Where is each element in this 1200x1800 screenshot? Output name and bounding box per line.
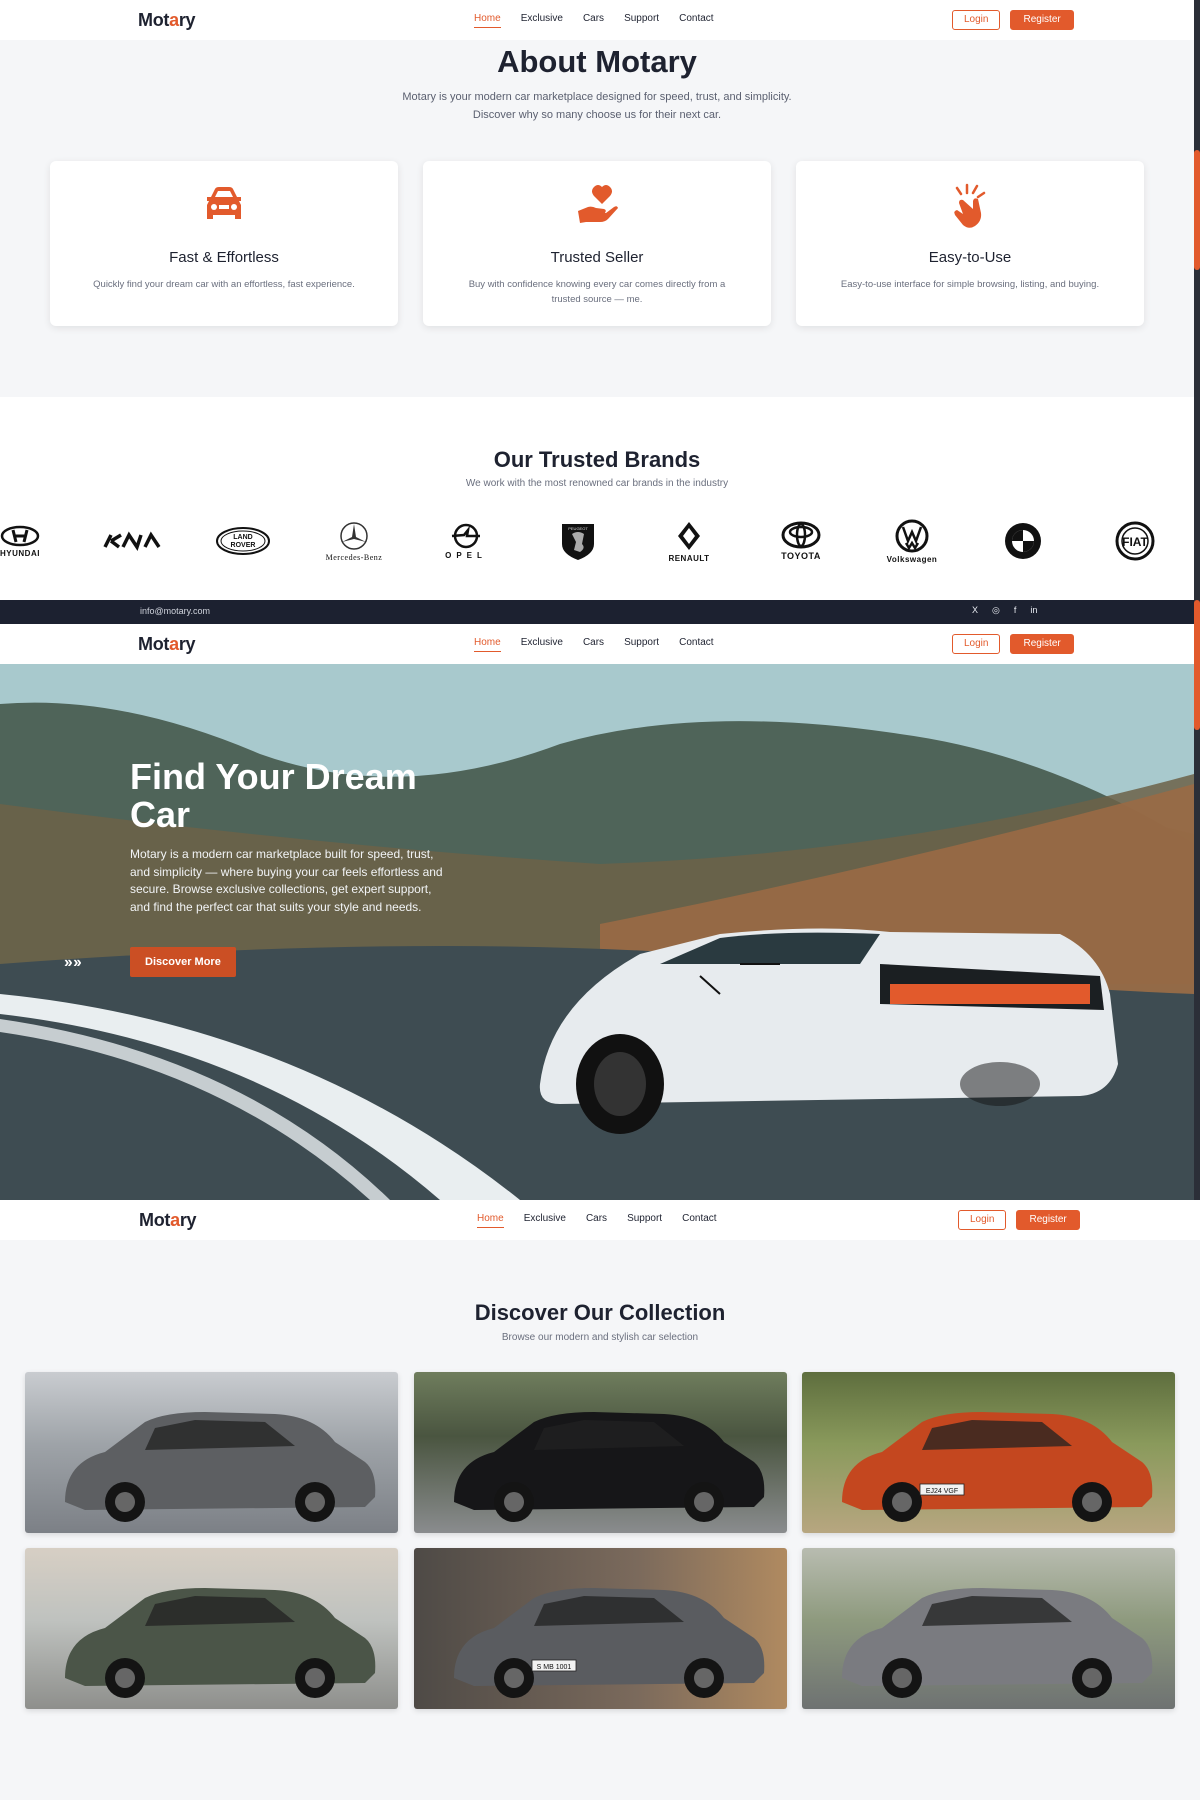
card-title: Fast & Effortless <box>169 249 279 266</box>
car-photo <box>65 1412 376 1522</box>
navbar: Motary Home Exclusive Cars Support Conta… <box>0 0 1194 40</box>
feature-card-fast: Fast & Effortless Quickly find your drea… <box>50 161 398 326</box>
brand-peugeot-logo[interactable]: PEUGEOT <box>533 516 623 566</box>
collection-subtitle: Browse our modern and stylish car select… <box>501 1332 699 1343</box>
brand-hyundai-logo[interactable]: HYUNDAI <box>0 516 65 566</box>
discover-more-button[interactable]: Discover More <box>130 947 236 977</box>
car-plate: S MB 1001 <box>537 1664 572 1671</box>
car-card[interactable] <box>802 1548 1175 1709</box>
nav-home[interactable]: Home <box>477 1213 504 1228</box>
instagram-icon[interactable]: ◎ <box>992 605 1000 616</box>
nav-cars[interactable]: Cars <box>586 1213 607 1228</box>
nav-support[interactable]: Support <box>627 1213 662 1228</box>
collection-section: Discover Our Collection Browse our moder… <box>0 1240 1200 1760</box>
car-photo: EJ24 VGF <box>842 1412 1153 1522</box>
register-button[interactable]: Register <box>1010 10 1074 30</box>
nav-cars[interactable]: Cars <box>583 13 604 28</box>
contact-email[interactable]: info@motary.com <box>140 606 210 616</box>
nav-contact[interactable]: Contact <box>679 637 713 652</box>
contact-topbar: info@motary.com X ◎ f in <box>0 600 1194 624</box>
x-icon[interactable]: X <box>972 605 978 616</box>
login-button[interactable]: Login <box>952 634 1001 654</box>
login-button[interactable]: Login <box>958 1210 1007 1230</box>
nav-contact[interactable]: Contact <box>682 1213 716 1228</box>
car-card[interactable]: EJ24 VGF <box>802 1372 1175 1533</box>
feature-card-trusted: Trusted Seller Buy with confidence knowi… <box>423 161 771 326</box>
nav-support[interactable]: Support <box>624 637 659 652</box>
brand-toyota-logo[interactable]: TOYOTA <box>756 516 846 566</box>
car-plate: EJ24 VGF <box>926 1488 958 1495</box>
car-photo <box>454 1412 765 1522</box>
hand-click-icon <box>796 183 1144 231</box>
nav-support[interactable]: Support <box>624 13 659 28</box>
nav-exclusive[interactable]: Exclusive <box>521 13 563 28</box>
brands-section: Our Trusted Brands We work with the most… <box>0 397 1194 600</box>
register-button[interactable]: Register <box>1016 1210 1080 1230</box>
brand-fiat-logo[interactable]: FIAT <box>1090 516 1180 566</box>
logo[interactable]: Motary <box>138 634 196 655</box>
hero-description: Motary is a modern car marketplace built… <box>130 847 443 914</box>
chevrons-icon: ›› ›› <box>64 954 82 971</box>
card-title: Easy-to-Use <box>928 249 1012 266</box>
feature-card-easy: Easy-to-Use Easy-to-use interface for si… <box>796 161 1144 326</box>
register-button[interactable]: Register <box>1010 634 1074 654</box>
scrollbar[interactable] <box>1194 0 1200 1200</box>
brand-kia-logo[interactable] <box>87 516 177 566</box>
car-card[interactable]: S MB 1001 <box>414 1548 787 1709</box>
brands-subtitle: We work with the most renowned car brand… <box>465 478 729 489</box>
card-text: Quickly find your dream car with an effo… <box>93 279 355 290</box>
car-card[interactable] <box>25 1548 398 1709</box>
linkedin-icon[interactable]: in <box>1030 605 1037 616</box>
social-links: X ◎ f in <box>972 605 1037 616</box>
brand-land-rover-text: LAND <box>233 534 252 541</box>
about-title: About Motary <box>497 44 697 79</box>
car-card[interactable] <box>414 1372 787 1533</box>
car-photo <box>65 1588 376 1698</box>
scrollbar-thumb[interactable] <box>1194 150 1200 270</box>
about-section: Motary Home Exclusive Cars Support Conta… <box>0 0 1194 397</box>
card-title: Trusted Seller <box>550 249 644 266</box>
nav-exclusive[interactable]: Exclusive <box>524 1213 566 1228</box>
brand-fiat-text: FIAT <box>1122 535 1148 549</box>
brand-peugeot-text: PEUGEOT <box>568 526 588 531</box>
brand-bmw-logo[interactable] <box>978 516 1068 566</box>
logo[interactable]: Motary <box>138 10 196 31</box>
nav-contact[interactable]: Contact <box>679 13 713 28</box>
car-card[interactable] <box>25 1372 398 1533</box>
card-text: Buy with confidence knowing every car co… <box>468 279 726 305</box>
brand-land-rover-text-2: ROVER <box>231 542 256 549</box>
hero-title: Find Your Dream Car <box>130 756 417 835</box>
heart-hand-icon <box>423 183 771 231</box>
card-text: Easy-to-use interface for simple browsin… <box>840 279 1100 290</box>
brand-renault-logo[interactable]: RENAULT <box>644 516 734 566</box>
about-subtitle: Motary is your modern car marketplace de… <box>402 91 792 121</box>
facebook-icon[interactable]: f <box>1014 605 1017 616</box>
nav-links: Home Exclusive Cars Support Contact <box>474 13 714 28</box>
nav-cars[interactable]: Cars <box>583 637 604 652</box>
logo[interactable]: Motary <box>139 1210 197 1231</box>
car-icon <box>50 183 398 231</box>
brand-volkswagen-logo[interactable]: Volkswagen <box>867 516 957 566</box>
nav-links: Home Exclusive Cars Support Contact <box>477 1213 717 1228</box>
nav-home[interactable]: Home <box>474 637 501 652</box>
brand-land-rover-logo[interactable]: LAND ROVER <box>198 516 288 566</box>
nav-links: Home Exclusive Cars Support Contact <box>474 637 714 652</box>
hero-background-image <box>0 664 1194 1200</box>
brands-title: Our Trusted Brands <box>493 447 701 472</box>
nav-exclusive[interactable]: Exclusive <box>521 637 563 652</box>
hero-section: Find Your Dream Car Motary is a modern c… <box>0 664 1194 1200</box>
collection-title: Discover Our Collection <box>474 1300 726 1325</box>
scrollbar-thumb-2[interactable] <box>1194 600 1200 730</box>
nav-home[interactable]: Home <box>474 13 501 28</box>
car-photo <box>842 1588 1153 1698</box>
login-button[interactable]: Login <box>952 10 1001 30</box>
navbar-collection: Motary Home Exclusive Cars Support Conta… <box>0 1200 1200 1240</box>
navbar-hero: Motary Home Exclusive Cars Support Conta… <box>0 624 1194 664</box>
brand-opel-logo[interactable]: OPEL <box>421 516 511 566</box>
brand-mercedes-logo[interactable]: Mercedes-Benz <box>309 516 399 566</box>
car-photo: S MB 1001 <box>454 1588 765 1698</box>
